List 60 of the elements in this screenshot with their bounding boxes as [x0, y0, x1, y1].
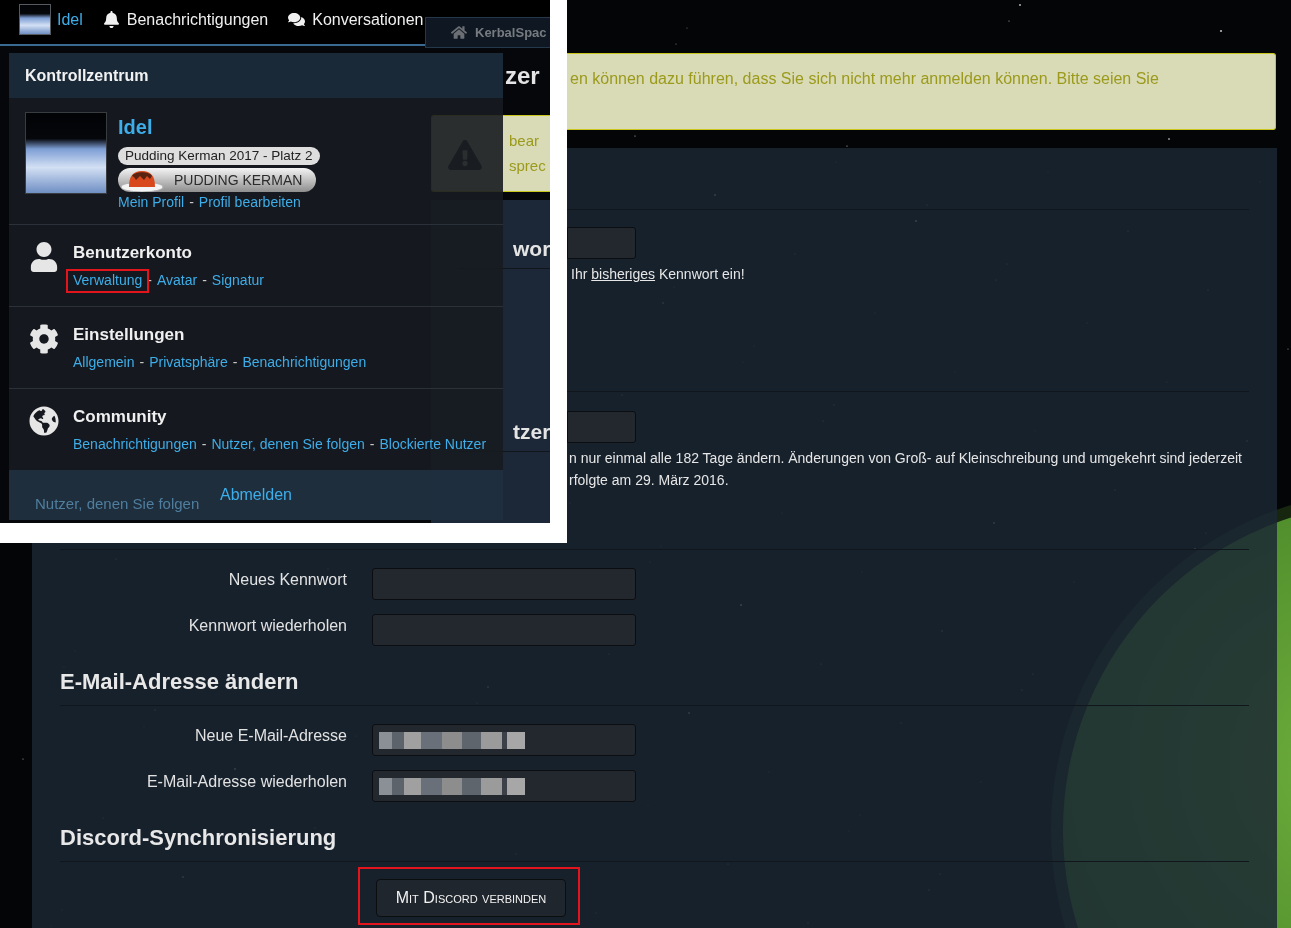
nav-link[interactable]: Benachrichtigungen [102, 7, 269, 32]
logout-link[interactable]: Abmelden [219, 483, 292, 507]
email-input[interactable] [372, 724, 636, 756]
section-title: Benutzerkonto [73, 242, 192, 264]
link-separator: - [369, 435, 375, 454]
field-label: Neues Kennwort [227, 570, 347, 590]
user-menu-link[interactable]: Idel [57, 7, 83, 32]
text-input[interactable] [372, 568, 636, 600]
pudding-icon [120, 168, 164, 192]
menu-link[interactable]: Verwaltung [73, 272, 143, 288]
alert-text: sprec [509, 156, 546, 176]
field-label: Neue E-Mail-Adresse [193, 726, 347, 746]
email-input[interactable] [372, 770, 636, 802]
section-title: Einstellungen [73, 324, 185, 346]
link-separator: - [189, 193, 194, 212]
bell-icon [102, 11, 120, 28]
link-separator: - [202, 271, 207, 290]
alert-text: bear [509, 131, 540, 151]
field-label: Kennwort wiederholen [187, 616, 347, 636]
settings-icon [28, 324, 60, 354]
connect-discord-button[interactable]: Mit Discord verbinden [376, 879, 566, 917]
username-input[interactable] [567, 411, 636, 443]
profile-name-link[interactable]: Idel [118, 115, 153, 139]
section-heading: E-Mail-Adresse ändern [60, 669, 299, 695]
avatar-photo-placeholder [19, 4, 51, 35]
menu-link[interactable]: Avatar [156, 272, 198, 288]
user-icon [28, 242, 60, 272]
menu-link[interactable]: Privatsphäre [149, 354, 228, 370]
chat-bubbles-icon [288, 11, 306, 28]
menu-link[interactable]: Allgemein [73, 354, 135, 370]
menu-link[interactable]: Nutzer, denen Sie folgen [211, 436, 365, 452]
trophy-text: PUDDING KERMAN [174, 171, 303, 190]
text-input[interactable] [372, 614, 636, 646]
page-title: zer [505, 61, 540, 91]
menu-link[interactable]: Profil bearbeiten [198, 194, 301, 210]
section-heading: tzer [513, 419, 550, 445]
menu-link[interactable]: Mein Profil [118, 194, 185, 210]
globe-icon [28, 406, 60, 436]
menu-link[interactable]: Blockierte Nutzer [379, 436, 487, 452]
menu-link[interactable]: Benachrichtigungen [242, 354, 367, 370]
section-title: Community [73, 406, 167, 428]
alert-text: en können dazu führen, dass Sie sich nicht mehr anmelden können. Bitte seien Sie [570, 69, 1160, 89]
field-hint: rfolgte am 29. März 2016. [569, 471, 729, 490]
section-heading: Discord-Synchronisierung [60, 825, 337, 851]
field-hint: Ihr bisheriges Kennwort ein! [571, 266, 745, 282]
rank-badge: Pudding Kerman 2017 - Platz 2 [118, 147, 320, 165]
section-heading: wor [513, 236, 550, 262]
nav-link[interactable]: Konversationen [288, 7, 424, 32]
menu-link[interactable]: Benachrichtigungen [73, 436, 197, 452]
link-separator: - [139, 353, 145, 372]
dropdown-title: Kontrollzentrum [25, 65, 149, 86]
menu-link[interactable]: Signatur [211, 272, 264, 288]
link-separator: - [147, 271, 152, 290]
password-input[interactable] [567, 227, 636, 259]
home-icon [451, 25, 467, 40]
field-label: E-Mail-Adresse wiederholen [145, 772, 347, 792]
link-separator: - [232, 353, 238, 372]
breadcrumb-link[interactable]: KerbalSpac [475, 22, 547, 43]
link-separator: - [201, 435, 207, 454]
field-hint: n nur einmal alle 182 Tage ändern. Änderungen von Groß- auf Kleinschreibung und umgekehrt sind jederzeit [569, 449, 1242, 468]
